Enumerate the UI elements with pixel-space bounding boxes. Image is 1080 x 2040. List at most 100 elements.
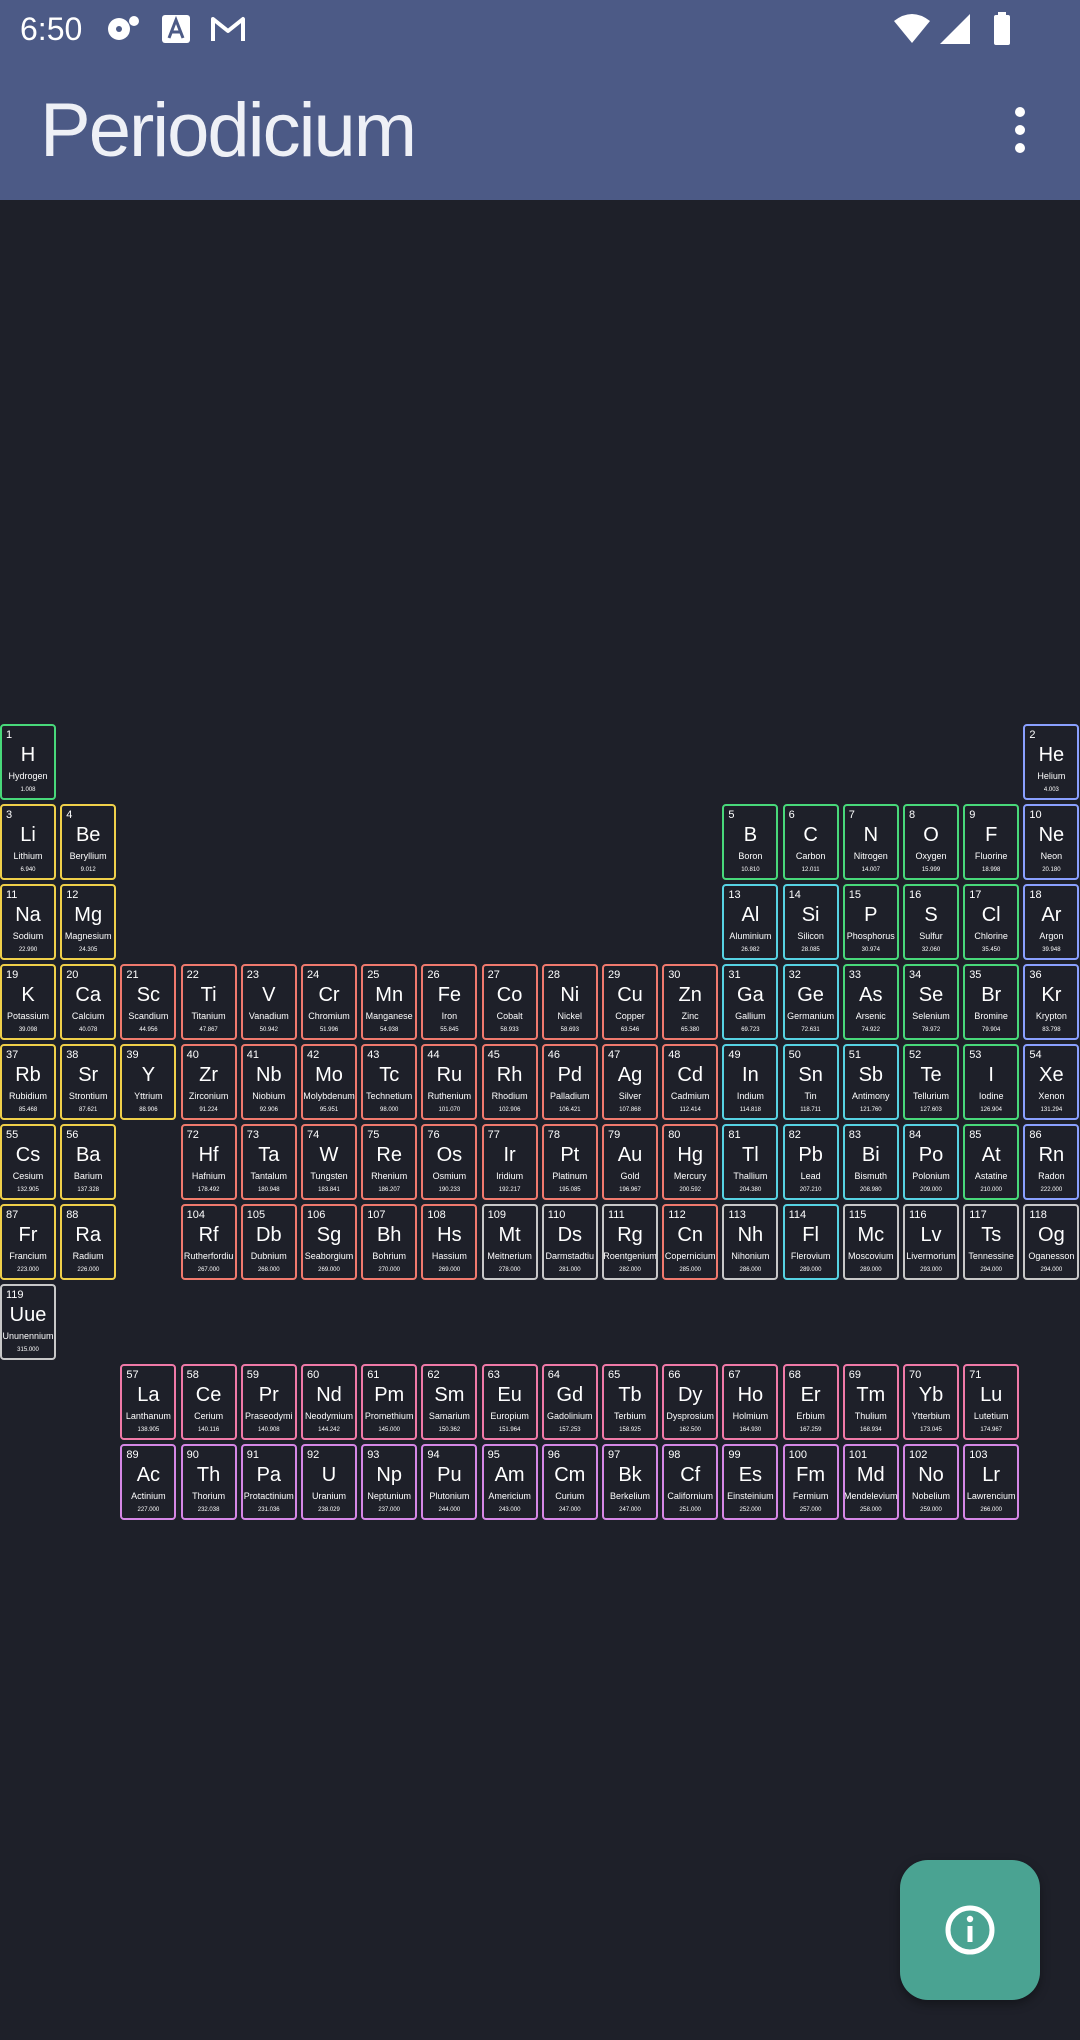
element-cell-mt[interactable]: 109 Mt Meitnerium 278.000 [481,1204,538,1280]
element-cell-nb[interactable]: 41 Nb Niobium 92.906 [240,1044,297,1120]
element-cell-ca[interactable]: 20 Ca Calcium 40.078 [60,964,117,1040]
element-cell-cm[interactable]: 96 Cm Curium 247.000 [541,1444,598,1520]
element-cell-zn[interactable]: 30 Zn Zinc 65.380 [662,964,719,1040]
element-cell-rg[interactable]: 111 Rg Roentgenium 282.000 [602,1204,658,1280]
element-cell-pb[interactable]: 82 Pb Lead 207.210 [782,1124,839,1200]
element-cell-gd[interactable]: 64 Gd Gadolinium 157.253 [541,1364,598,1440]
element-cell-db[interactable]: 105 Db Dubnium 268.000 [240,1204,297,1280]
element-cell-eu[interactable]: 63 Eu Europium 151.964 [481,1364,538,1440]
element-cell-la[interactable]: 57 La Lanthanum 138.905 [120,1364,177,1440]
element-cell-fe[interactable]: 26 Fe Iron 55.845 [421,964,478,1040]
element-cell-in[interactable]: 49 In Indium 114.818 [722,1044,779,1120]
element-cell-al[interactable]: 13 Al Aluminium 26.982 [722,884,779,960]
element-cell-au[interactable]: 79 Au Gold 196.967 [602,1124,658,1200]
element-cell-lv[interactable]: 116 Lv Livermorium 293.000 [903,1204,959,1280]
info-button[interactable] [900,1860,1040,2000]
element-cell-cu[interactable]: 29 Cu Copper 63.546 [602,964,658,1040]
element-cell-uue[interactable]: 119 Uue Ununennium 315.000 [0,1284,56,1360]
element-cell-ce[interactable]: 58 Ce Cerium 140.116 [180,1364,237,1440]
element-cell-cl[interactable]: 17 Cl Chlorine 35.450 [963,884,1020,960]
element-cell-sr[interactable]: 38 Sr Strontium 87.621 [60,1044,117,1120]
element-cell-tb[interactable]: 65 Tb Terbium 158.925 [602,1364,658,1440]
element-cell-ho[interactable]: 67 Ho Holmium 164.930 [722,1364,779,1440]
element-cell-s[interactable]: 16 S Sulfur 32.060 [903,884,959,960]
element-cell-u[interactable]: 92 U Uranium 238.029 [301,1444,357,1520]
element-cell-fm[interactable]: 100 Fm Fermium 257.000 [782,1444,839,1520]
element-cell-ti[interactable]: 22 Ti Titanium 47.867 [180,964,237,1040]
element-cell-xe[interactable]: 54 Xe Xenon 131.294 [1023,1044,1080,1120]
element-cell-sc[interactable]: 21 Sc Scandium 44.956 [120,964,177,1040]
element-cell-as[interactable]: 33 As Arsenic 74.922 [842,964,899,1040]
element-cell-ru[interactable]: 44 Ru Ruthenium 101.070 [421,1044,478,1120]
element-cell-i[interactable]: 53 I Iodine 126.904 [963,1044,1020,1120]
element-cell-cs[interactable]: 55 Cs Cesium 132.905 [0,1124,56,1200]
element-cell-ge[interactable]: 32 Ge Germanium 72.631 [782,964,839,1040]
element-cell-o[interactable]: 8 O Oxygen 15.999 [903,804,959,880]
element-cell-y[interactable]: 39 Y Yttrium 88.906 [120,1044,177,1120]
element-cell-se[interactable]: 34 Se Selenium 78.972 [903,964,959,1040]
element-cell-mn[interactable]: 25 Mn Manganese 54.938 [361,964,418,1040]
element-cell-lu[interactable]: 71 Lu Lutetium 174.967 [963,1364,1020,1440]
element-cell-ds[interactable]: 110 Ds Darmstadtiu 281.000 [541,1204,598,1280]
element-cell-fr[interactable]: 87 Fr Francium 223.000 [0,1204,56,1280]
element-cell-hg[interactable]: 80 Hg Mercury 200.592 [662,1124,719,1200]
element-cell-ir[interactable]: 77 Ir Iridium 192.217 [481,1124,538,1200]
element-cell-mo[interactable]: 42 Mo Molybdenum 95.951 [301,1044,357,1120]
element-cell-tm[interactable]: 69 Tm Thulium 168.934 [842,1364,899,1440]
element-cell-sn[interactable]: 50 Sn Tin 118.711 [782,1044,839,1120]
element-cell-rf[interactable]: 104 Rf Rutherfordiu 267.000 [180,1204,237,1280]
element-cell-no[interactable]: 102 No Nobelium 259.000 [903,1444,959,1520]
element-cell-hs[interactable]: 108 Hs Hassium 269.000 [421,1204,478,1280]
element-cell-f[interactable]: 9 F Fluorine 18.998 [963,804,1020,880]
element-cell-at[interactable]: 85 At Astatine 210.000 [963,1124,1020,1200]
element-cell-cd[interactable]: 48 Cd Cadmium 112.414 [662,1044,719,1120]
element-cell-rb[interactable]: 37 Rb Rubidium 85.468 [0,1044,56,1120]
element-cell-po[interactable]: 84 Po Polonium 209.000 [903,1124,959,1200]
element-cell-pr[interactable]: 59 Pr Praseodymi 140.908 [240,1364,297,1440]
element-cell-ga[interactable]: 31 Ga Gallium 69.723 [722,964,779,1040]
element-cell-md[interactable]: 101 Md Mendelevium 258.000 [842,1444,899,1520]
element-cell-te[interactable]: 52 Te Tellurium 127.603 [903,1044,959,1120]
element-cell-og[interactable]: 118 Og Oganesson 294.000 [1023,1204,1080,1280]
element-cell-am[interactable]: 95 Am Americium 243.000 [481,1444,538,1520]
element-cell-th[interactable]: 90 Th Thorium 232.038 [180,1444,237,1520]
element-cell-w[interactable]: 74 W Tungsten 183.841 [301,1124,357,1200]
element-cell-ni[interactable]: 28 Ni Nickel 58.693 [541,964,598,1040]
element-cell-mc[interactable]: 115 Mc Moscovium 289.000 [842,1204,899,1280]
element-cell-lr[interactable]: 103 Lr Lawrencium 266.000 [963,1444,1020,1520]
element-cell-sm[interactable]: 62 Sm Samarium 150.362 [421,1364,478,1440]
element-cell-er[interactable]: 68 Er Erbium 167.259 [782,1364,839,1440]
element-cell-bh[interactable]: 107 Bh Bohrium 270.000 [361,1204,418,1280]
element-cell-sg[interactable]: 106 Sg Seaborgium 269.000 [301,1204,357,1280]
element-cell-si[interactable]: 14 Si Silicon 28.085 [782,884,839,960]
element-cell-bk[interactable]: 97 Bk Berkelium 247.000 [602,1444,658,1520]
element-cell-rh[interactable]: 45 Rh Rhodium 102.906 [481,1044,538,1120]
element-cell-dy[interactable]: 66 Dy Dysprosium 162.500 [662,1364,719,1440]
element-cell-c[interactable]: 6 C Carbon 12.011 [782,804,839,880]
element-cell-ts[interactable]: 117 Ts Tennessine 294.000 [963,1204,1020,1280]
element-cell-yb[interactable]: 70 Yb Ytterbium 173.045 [903,1364,959,1440]
element-cell-n[interactable]: 7 N Nitrogen 14.007 [842,804,899,880]
element-cell-os[interactable]: 76 Os Osmium 190.233 [421,1124,478,1200]
element-cell-pm[interactable]: 61 Pm Promethium 145.000 [361,1364,418,1440]
element-cell-ar[interactable]: 18 Ar Argon 39.948 [1023,884,1080,960]
element-cell-tc[interactable]: 43 Tc Technetium 98.000 [361,1044,418,1120]
element-cell-rn[interactable]: 86 Rn Radon 222.000 [1023,1124,1080,1200]
element-cell-bi[interactable]: 83 Bi Bismuth 208.980 [842,1124,899,1200]
element-cell-re[interactable]: 75 Re Rhenium 186.207 [361,1124,418,1200]
element-cell-tl[interactable]: 81 Tl Thallium 204.380 [722,1124,779,1200]
element-cell-nd[interactable]: 60 Nd Neodymium 144.242 [301,1364,357,1440]
element-cell-pd[interactable]: 46 Pd Palladium 106.421 [541,1044,598,1120]
element-cell-ag[interactable]: 47 Ag Silver 107.868 [602,1044,658,1120]
element-cell-cn[interactable]: 112 Cn Copernicium 285.000 [662,1204,719,1280]
element-cell-v[interactable]: 23 V Vanadium 50.942 [240,964,297,1040]
element-cell-he[interactable]: 2 He Helium 4.003 [1023,724,1080,800]
element-cell-k[interactable]: 19 K Potassium 39.098 [0,964,56,1040]
element-cell-li[interactable]: 3 Li Lithium 6.940 [0,804,56,880]
element-cell-hf[interactable]: 72 Hf Hafnium 178.492 [180,1124,237,1200]
element-cell-pt[interactable]: 78 Pt Platinum 195.085 [541,1124,598,1200]
element-cell-sb[interactable]: 51 Sb Antimony 121.760 [842,1044,899,1120]
element-cell-co[interactable]: 27 Co Cobalt 58.933 [481,964,538,1040]
element-cell-h[interactable]: 1 H Hydrogen 1.008 [0,724,56,800]
element-cell-be[interactable]: 4 Be Beryllium 9.012 [60,804,117,880]
